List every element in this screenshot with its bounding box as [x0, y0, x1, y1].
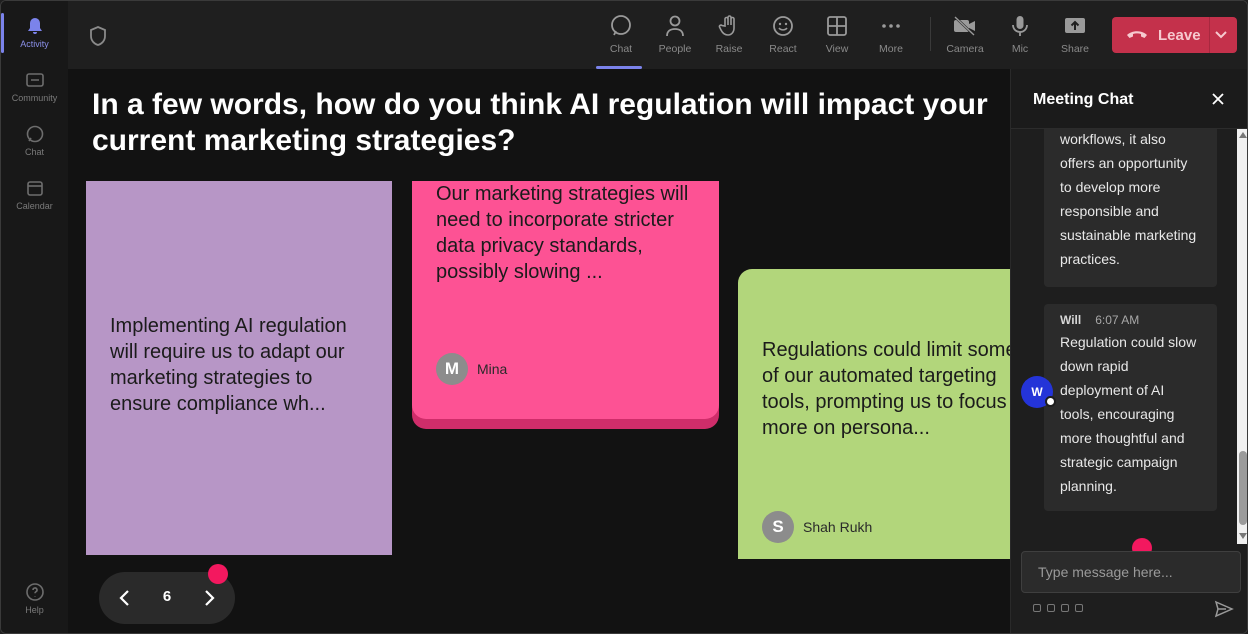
shield-icon[interactable]: [88, 25, 108, 47]
chat-message: workflows, it also offers an opportunity…: [1044, 129, 1217, 287]
leave-label: Leave: [1158, 26, 1201, 44]
share-screen-icon: [1062, 13, 1088, 39]
raise-hand-button[interactable]: Raise: [702, 9, 756, 65]
rail-item-activity[interactable]: Activity: [1, 7, 68, 63]
people-button[interactable]: People: [648, 9, 702, 65]
chat-message: Will 6:07 AM Regulation could slow down r…: [1044, 304, 1217, 511]
message-time: 6:07 AM: [1095, 313, 1140, 327]
attach-icon[interactable]: [1047, 604, 1055, 612]
scroll-down-icon[interactable]: [1239, 533, 1247, 539]
chevron-right-icon[interactable]: [201, 589, 217, 607]
message-sender: Will: [1060, 313, 1082, 327]
bell-icon: [24, 15, 46, 37]
hang-up-icon: [1127, 31, 1147, 38]
page-number: 6: [162, 588, 172, 605]
help-icon: [24, 581, 46, 603]
avatar: M: [436, 353, 468, 385]
message-text: workflows, it also offers an opportunity…: [1060, 131, 1197, 267]
toolbar-divider: [930, 17, 931, 51]
view-label: View: [825, 43, 849, 55]
raise-label: Raise: [715, 43, 743, 55]
rail-label: Activity: [20, 39, 49, 49]
people-label: People: [658, 43, 692, 55]
meeting-chat-panel: Meeting Chat workflows, it also offers a…: [1010, 69, 1247, 633]
chevron-left-icon[interactable]: [117, 589, 133, 607]
rail-item-chat[interactable]: Chat: [1, 115, 68, 171]
meeting-toolbar: Chat People Raise React View More Camera…: [68, 1, 1247, 69]
emoji-icon[interactable]: [1061, 604, 1069, 612]
mic-label: Mic: [1011, 43, 1029, 55]
calendar-icon: [24, 177, 46, 199]
cursor-marker: [208, 564, 228, 584]
app-rail: Activity Community Chat Calendar Help: [1, 1, 68, 633]
hand-icon: [716, 13, 742, 39]
message-meta: Will 6:07 AM: [1060, 310, 1201, 330]
scroll-thumb[interactable]: [1239, 451, 1247, 525]
send-icon[interactable]: [1214, 600, 1234, 618]
chat-scrollbar[interactable]: [1237, 129, 1247, 544]
share-label: Share: [1060, 43, 1090, 55]
chevron-down-icon[interactable]: [1214, 29, 1228, 41]
message-list: workflows, it also offers an opportunity…: [1011, 129, 1237, 544]
camera-off-icon: [952, 13, 978, 39]
card-text: Regulations could limit some of our auto…: [762, 339, 1010, 439]
rail-item-calendar[interactable]: Calendar: [1, 169, 68, 225]
card-author: M Mina: [436, 353, 507, 385]
react-label: React: [769, 43, 797, 55]
presentation-stage: In a few words, how do you think AI regu…: [68, 69, 1010, 633]
author-name: Mina: [477, 361, 508, 377]
people-icon: [662, 13, 688, 39]
more-button[interactable]: More: [864, 9, 918, 65]
rail-label: Calendar: [16, 201, 53, 211]
response-card[interactable]: Our marketing strategies will need to in…: [412, 181, 719, 419]
camera-button[interactable]: Camera: [938, 9, 992, 65]
react-button[interactable]: React: [756, 9, 810, 65]
gif-icon[interactable]: [1075, 604, 1083, 612]
smiley-icon: [770, 13, 796, 39]
format-icon[interactable]: [1033, 604, 1041, 612]
avatar: S: [762, 511, 794, 543]
chat-icon: [24, 123, 46, 145]
author-name: Shah Rukh: [803, 519, 873, 535]
chat-bubble-icon: [608, 13, 634, 39]
question-title: In a few words, how do you think AI regu…: [92, 88, 988, 157]
leave-button[interactable]: Leave: [1112, 17, 1237, 53]
meeting-window: Activity Community Chat Calendar Help Ch…: [0, 0, 1248, 634]
card-author: S Shah Rukh: [762, 511, 872, 543]
rail-label: Community: [11, 93, 58, 103]
chat-button[interactable]: Chat: [594, 9, 648, 69]
card-text: Implementing AI regulation will require …: [110, 315, 347, 415]
close-icon[interactable]: [1210, 91, 1226, 107]
share-button[interactable]: Share: [1048, 9, 1102, 65]
microphone-icon: [1007, 13, 1033, 39]
card-text: Our marketing strategies will need to in…: [436, 183, 689, 283]
community-icon: [24, 69, 46, 91]
presence-status-icon: [1045, 396, 1056, 407]
response-card[interactable]: Regulations could limit some of our auto…: [738, 269, 1010, 559]
chat-header: Meeting Chat: [1011, 69, 1247, 129]
chat-label: Chat: [609, 43, 633, 55]
message-placeholder: Type message here...: [1038, 564, 1173, 580]
more-dots-icon: [878, 13, 904, 39]
rail-item-community[interactable]: Community: [1, 61, 68, 117]
message-text: Regulation could slow down rapid deploym…: [1060, 334, 1197, 494]
mic-button[interactable]: Mic: [993, 9, 1047, 65]
message-input[interactable]: Type message here...: [1021, 551, 1241, 593]
leave-divider: [1209, 17, 1210, 53]
scroll-up-icon[interactable]: [1239, 132, 1247, 138]
view-button[interactable]: View: [810, 9, 864, 65]
response-card[interactable]: Implementing AI regulation will require …: [86, 181, 392, 555]
rail-label: Chat: [24, 147, 44, 157]
rail-label: Help: [25, 605, 44, 615]
chat-title: Meeting Chat: [1033, 91, 1134, 108]
camera-label: Camera: [946, 43, 984, 55]
format-toolbar: [1033, 604, 1093, 614]
grid-view-icon: [824, 13, 850, 39]
more-label: More: [879, 43, 903, 55]
rail-item-help[interactable]: Help: [1, 573, 68, 629]
